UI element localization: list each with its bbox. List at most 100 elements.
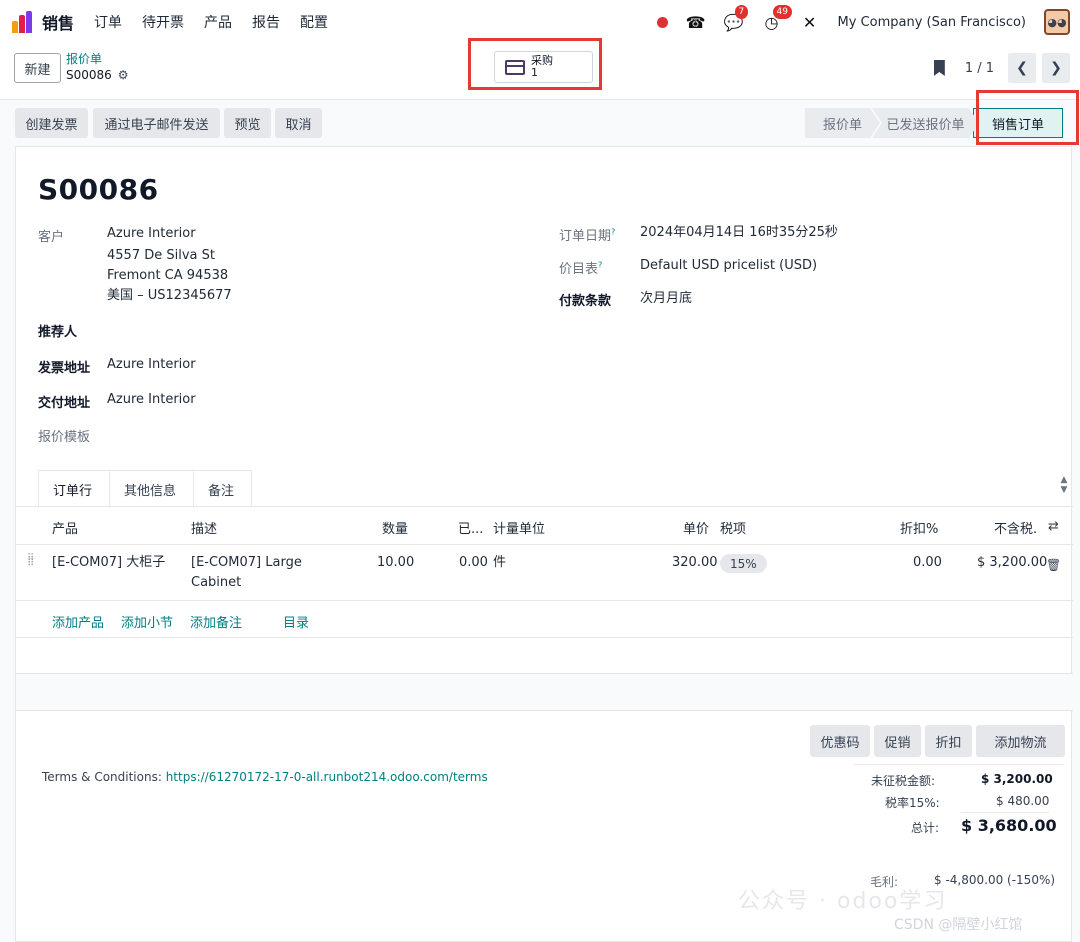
pager: 1 / 1 ❮ ❯ [933, 53, 1070, 83]
systray: ☎ 💬 7 ◷ 49 ✕ My Company (San Francisco) … [656, 0, 1070, 44]
control-panel: 新建 报价单 S00086 ⚙ 采购 1 1 / 1 ❮ ❯ [0, 38, 1080, 100]
activity-clock-icon[interactable]: ◷ 49 [762, 5, 792, 32]
line-product[interactable]: [E-COM07] 大柜子 [52, 553, 165, 573]
table-bottom-divider [16, 710, 1073, 711]
order-date-label: 订单日期? [559, 227, 616, 244]
total-label: 总计: [911, 821, 940, 835]
line-discount[interactable]: 0.00 [913, 553, 942, 573]
pager-value[interactable]: 1 / 1 [965, 61, 994, 76]
gear-icon[interactable]: ⚙ [118, 67, 129, 83]
payment-terms-label: 付款条款 [559, 294, 612, 309]
app-name[interactable]: 销售 [42, 10, 74, 34]
terms-link[interactable]: https://61270172-17-0-all.runbot214.odoo… [166, 770, 488, 784]
col-product[interactable]: 产品 [52, 518, 78, 537]
menu-orders[interactable]: 订单 [94, 12, 122, 32]
drag-handle-icon[interactable]: ⠿ ⠿ [27, 554, 35, 569]
delivery-address-label: 交付地址 [38, 396, 91, 411]
catalog-link[interactable]: 目录 [283, 612, 309, 631]
send-email-button[interactable]: 通过电子邮件发送 [93, 108, 220, 138]
col-taxes[interactable]: 税项 [720, 518, 746, 537]
pager-previous-button[interactable]: ❮ [1008, 53, 1036, 83]
help-icon[interactable]: ? [611, 228, 615, 237]
create-invoice-button[interactable]: 创建发票 [15, 108, 88, 138]
new-button[interactable]: 新建 [14, 53, 61, 83]
menu-reporting[interactable]: 报告 [252, 12, 280, 32]
tab-other-info[interactable]: 其他信息 [109, 470, 194, 507]
bookmark-icon[interactable] [933, 60, 945, 76]
delivery-address-field[interactable]: Azure Interior [107, 390, 196, 410]
pager-next-button[interactable]: ❯ [1042, 53, 1070, 83]
referrer-label: 推荐人 [38, 325, 78, 340]
breadcrumb: 报价单 S00086 ⚙ [66, 51, 129, 83]
delete-line-icon[interactable]: 🗑 [1046, 558, 1061, 572]
invoice-address-field[interactable]: Azure Interior [107, 355, 196, 375]
line-tax-badge[interactable]: 15% [720, 554, 767, 573]
line-unit-price[interactable]: 320.00 [672, 553, 718, 573]
totals-top-divider [854, 764, 1064, 765]
line-delivered[interactable]: 0.00 [459, 553, 488, 573]
add-note-link[interactable]: 添加备注 [190, 612, 242, 631]
add-product-link[interactable]: 添加产品 [52, 612, 104, 631]
margin-amount: $ -4,800.00 (-150%) [934, 873, 1056, 887]
line-uom[interactable]: 件 [493, 553, 506, 573]
recording-dot-icon[interactable] [656, 16, 668, 28]
payment-terms-field[interactable]: 次月月底 [640, 289, 692, 309]
terms-label: Terms & Conditions: [42, 770, 166, 784]
line-description-2[interactable]: Cabinet [191, 573, 241, 593]
menu-products[interactable]: 产品 [204, 12, 232, 32]
col-discount[interactable]: 折扣% [900, 518, 938, 537]
breadcrumb-current: S00086 [66, 68, 112, 82]
phone-icon[interactable]: ☎ [686, 12, 706, 32]
stage-quotation-sent[interactable]: 已发送报价单 [872, 108, 979, 138]
row-divider [16, 600, 1073, 601]
highlight-box-smart-button [468, 38, 602, 90]
tab-notes[interactable]: 备注 [193, 470, 252, 507]
col-unit-price[interactable]: 单价 [683, 518, 709, 537]
form-sheet: S00086 客户 Azure Interior 4557 De Silva S… [15, 146, 1073, 942]
total-amount: $ 3,680.00 [961, 816, 1057, 835]
customer-label: 客户 [38, 230, 65, 245]
help-icon[interactable]: ? [598, 261, 602, 270]
add-section-link[interactable]: 添加小节 [121, 612, 173, 631]
customer-address-line1: 4557 De Silva St [107, 248, 215, 263]
empty-row-band [16, 673, 1073, 710]
scroll-arrows-icon[interactable]: ▲ ▼ [1057, 475, 1071, 495]
invoice-address-label: 发票地址 [38, 361, 91, 376]
promotions-button[interactable]: 促销 [874, 725, 921, 757]
col-delivered[interactable]: 已... [458, 518, 483, 537]
tabs-divider [16, 506, 1073, 507]
chat-badge: 7 [734, 5, 749, 19]
customer-address-line3: 美国 – US12345677 [107, 288, 232, 303]
tools-icon[interactable]: ✕ [800, 12, 820, 32]
cancel-button[interactable]: 取消 [275, 108, 322, 138]
breadcrumb-quotations[interactable]: 报价单 [66, 51, 129, 67]
sales-app-icon[interactable] [12, 11, 34, 33]
notebook-tabs: 订单行 其他信息 备注 [38, 470, 252, 507]
pricelist-field[interactable]: Default USD pricelist (USD) [640, 256, 817, 276]
menu-configuration[interactable]: 配置 [300, 12, 328, 32]
tab-order-lines[interactable]: 订单行 [38, 470, 110, 507]
menu-to-invoice[interactable]: 待开票 [142, 12, 184, 32]
chat-icon[interactable]: 💬 7 [724, 5, 749, 32]
stage-quotation[interactable]: 报价单 [805, 108, 880, 138]
quotation-template-label: 报价模板 [38, 430, 91, 445]
line-quantity[interactable]: 10.00 [377, 553, 414, 573]
preview-button[interactable]: 预览 [224, 108, 271, 138]
col-subtotal[interactable]: 不含税. [994, 518, 1037, 537]
line-description-1[interactable]: [E-COM07] Large [191, 553, 302, 573]
user-avatar[interactable]: ◕◕ [1044, 9, 1070, 35]
column-settings-icon[interactable]: ⇄ [1048, 519, 1059, 534]
add-shipping-button[interactable]: 添加物流 [976, 725, 1065, 757]
coupon-code-button[interactable]: 优惠码 [810, 725, 870, 757]
customer-link[interactable]: Azure Interior [107, 224, 196, 244]
line-subtotal: $ 3,200.00 [977, 555, 1048, 570]
col-uom[interactable]: 计量单位 [493, 518, 545, 537]
col-quantity[interactable]: 数量 [382, 518, 408, 537]
col-description[interactable]: 描述 [191, 518, 217, 537]
order-date-field[interactable]: 2024年04月14日 16时35分25秒 [640, 223, 838, 243]
discount-button[interactable]: 折扣 [925, 725, 972, 757]
tax-amount: $ 480.00 [996, 794, 1050, 808]
untaxed-amount: $ 3,200.00 [981, 772, 1053, 786]
terms-and-conditions: Terms & Conditions: https://61270172-17-… [42, 770, 488, 784]
company-switcher[interactable]: My Company (San Francisco) [838, 15, 1026, 30]
